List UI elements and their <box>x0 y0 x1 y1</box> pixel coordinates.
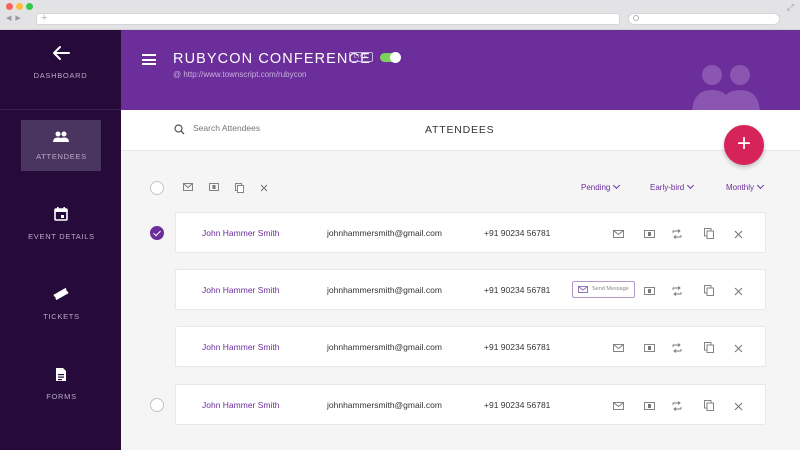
mail-icon[interactable] <box>183 183 193 191</box>
money-icon[interactable] <box>644 402 655 410</box>
sidebar-item-forms[interactable]: FORMS <box>21 360 101 411</box>
delete-icon[interactable] <box>734 344 743 353</box>
attendee-phone: +91 90234 56781 <box>484 342 551 352</box>
page-title: ATTENDEES <box>425 124 495 136</box>
attendee-phone: +91 90234 56781 <box>484 228 551 238</box>
table-row[interactable]: John Hammer Smith johnhammersmith@gmail.… <box>175 269 766 310</box>
document-icon <box>56 368 66 381</box>
sidebar-item-label: TICKETS <box>43 312 80 321</box>
money-icon[interactable] <box>209 183 219 191</box>
sidebar-item-label: EVENT DETAILS <box>28 232 95 241</box>
money-icon[interactable] <box>644 230 655 238</box>
search-icon <box>633 15 639 21</box>
sidebar-item-label: DASHBOARD <box>33 71 88 80</box>
table-row[interactable]: John Hammer Smith johnhammersmith@gmail.… <box>175 212 766 253</box>
sidebar-item-tickets[interactable]: TICKETS <box>21 280 101 331</box>
people-icon <box>53 131 69 142</box>
transfer-icon[interactable] <box>672 286 682 296</box>
add-attendee-button[interactable]: + <box>724 125 764 165</box>
copy-icon[interactable] <box>235 183 244 193</box>
send-message-button[interactable]: Send Message <box>572 281 635 298</box>
event-title: RUBYCON CONFERENCE <box>173 51 371 67</box>
copy-icon[interactable] <box>704 228 714 239</box>
transfer-icon[interactable] <box>672 229 682 239</box>
mail-icon <box>578 286 588 293</box>
ticket-icon <box>53 288 69 300</box>
live-badge: LIVE <box>349 52 373 62</box>
people-watermark-icon <box>692 65 760 110</box>
delete-icon[interactable] <box>734 230 743 239</box>
close-icon[interactable] <box>260 184 268 192</box>
browser-search-bar[interactable] <box>628 13 780 25</box>
chevron-down-icon <box>613 181 621 190</box>
event-header: RUBYCON CONFERENCE LIVE @ http://www.tow… <box>121 30 800 110</box>
attendee-email: johnhammersmith@gmail.com <box>327 400 442 410</box>
copy-icon[interactable] <box>704 285 714 296</box>
live-toggle[interactable] <box>380 52 401 63</box>
row-checkbox[interactable] <box>150 398 164 412</box>
filter-status[interactable]: Pending <box>581 181 621 192</box>
filter-label: Pending <box>581 183 611 192</box>
chevron-down-icon <box>756 181 765 190</box>
table-row[interactable]: John Hammer Smith johnhammersmith@gmail.… <box>175 326 766 367</box>
copy-icon[interactable] <box>704 342 714 353</box>
attendee-phone: +91 90234 56781 <box>484 400 551 410</box>
maximize-window-icon[interactable] <box>26 3 33 10</box>
sidebar-item-label: ATTENDEES <box>36 152 87 161</box>
back-arrow-icon <box>53 46 70 60</box>
sidebar-item-attendees[interactable]: ATTENDEES <box>21 120 101 171</box>
money-icon[interactable] <box>644 287 655 295</box>
attendee-email: johnhammersmith@gmail.com <box>327 228 442 238</box>
row-checkbox[interactable] <box>150 226 164 240</box>
filter-period[interactable]: Monthly <box>726 181 765 192</box>
tooltip-label: Send Message <box>592 286 629 292</box>
attendee-name[interactable]: John Hammer Smith <box>202 342 279 352</box>
menu-icon[interactable] <box>142 54 156 65</box>
calendar-icon <box>54 207 68 221</box>
address-bar[interactable]: + <box>36 12 620 25</box>
event-url[interactable]: @ http://www.townscript.com/rubycon <box>173 70 307 79</box>
expand-icon[interactable]: ⤢ <box>787 2 794 13</box>
minimize-window-icon[interactable] <box>16 3 23 10</box>
filter-ticket-type[interactable]: Early-bird <box>650 181 695 192</box>
attendee-phone: +91 90234 56781 <box>484 285 551 295</box>
delete-icon[interactable] <box>734 287 743 296</box>
close-window-icon[interactable] <box>6 3 13 10</box>
mail-icon[interactable] <box>613 230 624 238</box>
browser-chrome: ◀▶ + ⤢ <box>0 0 800 30</box>
money-icon[interactable] <box>644 344 655 352</box>
transfer-icon[interactable] <box>672 343 682 353</box>
sidebar-item-label: FORMS <box>46 392 77 401</box>
search-icon <box>174 124 185 135</box>
nav-arrows-icon[interactable]: ◀▶ <box>6 14 25 22</box>
copy-icon[interactable] <box>704 400 714 411</box>
mail-icon[interactable] <box>613 344 624 352</box>
filter-label: Monthly <box>726 183 755 192</box>
attendee-name[interactable]: John Hammer Smith <box>202 228 279 238</box>
search-input[interactable] <box>193 123 353 133</box>
attendee-name[interactable]: John Hammer Smith <box>202 285 279 295</box>
transfer-icon[interactable] <box>672 401 682 411</box>
attendee-name[interactable]: John Hammer Smith <box>202 400 279 410</box>
chevron-down-icon <box>687 181 695 190</box>
sidebar-item-dashboard[interactable]: DASHBOARD <box>0 30 121 110</box>
sidebar: DASHBOARD ATTENDEES EVENT DETAILS TICKET… <box>0 30 121 450</box>
attendees-toolbar: ATTENDEES <box>121 110 800 151</box>
plus-icon: + <box>41 12 48 24</box>
sidebar-item-event-details[interactable]: EVENT DETAILS <box>21 200 101 251</box>
delete-icon[interactable] <box>734 402 743 411</box>
mail-icon[interactable] <box>613 402 624 410</box>
select-all-checkbox[interactable] <box>150 181 164 195</box>
table-row[interactable]: John Hammer Smith johnhammersmith@gmail.… <box>175 384 766 425</box>
toggle-knob <box>390 52 401 63</box>
filter-label: Early-bird <box>650 183 685 192</box>
attendee-email: johnhammersmith@gmail.com <box>327 285 442 295</box>
attendee-email: johnhammersmith@gmail.com <box>327 342 442 352</box>
